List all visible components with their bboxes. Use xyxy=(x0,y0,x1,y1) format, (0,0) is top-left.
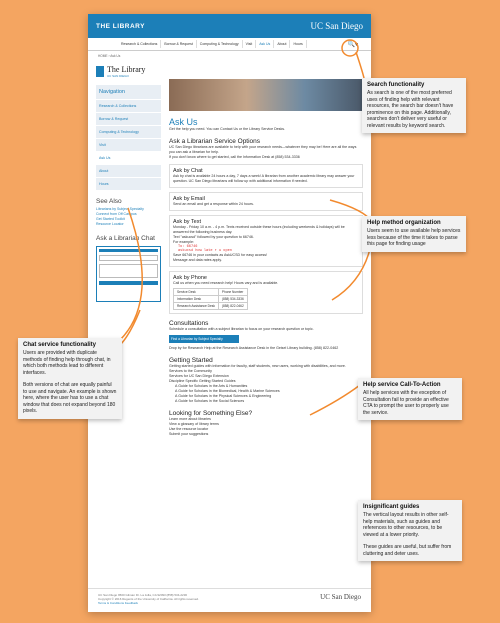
sidebar-item-computing[interactable]: Computing & Technology xyxy=(96,126,161,138)
chat-option-text[interactable]: Ask by chat is available 24 hours a day,… xyxy=(173,174,359,184)
chat-widget-heading: Ask a Librarian Chat xyxy=(96,235,155,242)
nav-item-ask-us[interactable]: Ask Us xyxy=(256,40,275,48)
looking-heading: Looking for Something Else? xyxy=(169,410,253,417)
table-cell[interactable]: (858) 534-3336 xyxy=(217,295,248,303)
table-header: Phone Number xyxy=(217,288,248,296)
callout-search: Search functionality As search is one of… xyxy=(362,78,466,133)
page-title: Ask Us xyxy=(169,117,198,127)
logo-subtitle: UC SAN DIEGO xyxy=(107,73,129,78)
site-title[interactable]: THE LIBRARY xyxy=(96,23,145,30)
phone-option-text: Call us when you need research help! Hou… xyxy=(173,281,279,285)
callout-title: Help service Call-To-Action xyxy=(363,382,441,388)
logo-mark-icon xyxy=(96,65,104,77)
callout-text: As search is one of the most preferred u… xyxy=(367,90,454,129)
callout-cta: Help service Call-To-Action All help ser… xyxy=(358,378,462,420)
email-option-text[interactable]: Send an email and get a response within … xyxy=(173,202,359,207)
table-row: Information Desk (858) 534-3336 xyxy=(173,295,248,303)
callout-text: These guides are useful, but suffer from… xyxy=(363,544,452,557)
phone-table: Service Desk Phone Number Information De… xyxy=(173,288,248,310)
callout-text: The vertical layout results in other sel… xyxy=(363,512,449,538)
nav-item-visit[interactable]: Visit xyxy=(243,40,257,48)
callout-title: Help method organization xyxy=(367,220,441,226)
nav-item-hours[interactable]: Hours xyxy=(290,40,307,48)
sidebar-nav: Navigation Research & Collections Borrow… xyxy=(96,85,161,190)
find-librarian-button[interactable]: Find a Librarian by Subject Specialty xyxy=(169,335,239,343)
sidebar-item-about[interactable]: About xyxy=(96,165,161,177)
consultations-text: Schedule a consultation with a subject l… xyxy=(169,327,314,331)
site-header: THE LIBRARY UC San Diego xyxy=(88,14,371,38)
see-also-link[interactable]: Resource Locator xyxy=(96,222,161,227)
callout-title: Chat service functionality xyxy=(23,342,97,348)
chat-submit-button[interactable] xyxy=(99,281,158,285)
footer-links[interactable]: Terms & Conditions Feedback xyxy=(98,601,361,605)
email-option: Ask by Email Send an email and get a res… xyxy=(169,192,363,211)
consultations-text-2: Drop by for Research Help at the Researc… xyxy=(169,346,339,350)
sidebar-item-research[interactable]: Research & Collections xyxy=(96,100,161,112)
site-footer: UC San Diego UC San Diego 9500 Gilman Dr… xyxy=(88,588,371,612)
chat-widget[interactable] xyxy=(96,246,161,302)
looking-item[interactable]: Submit your suggestions xyxy=(169,432,363,437)
footer-brand[interactable]: UC San Diego xyxy=(320,593,361,601)
chat-name-input[interactable] xyxy=(99,255,158,261)
consultations-heading: Consultations xyxy=(169,320,209,327)
info-desk-text: If you don't know where to get started, … xyxy=(169,155,300,159)
nav-item-borrow[interactable]: Borrow & Request xyxy=(161,40,197,48)
sidebar-item-visit[interactable]: Visit xyxy=(96,139,161,151)
callout-help-method: Help method organization Users seem to u… xyxy=(362,216,466,252)
callout-text: All help services with the exception of … xyxy=(363,390,449,416)
sidebar-item-ask-us[interactable]: Ask Us xyxy=(96,152,161,164)
table-cell: Information Desk xyxy=(173,295,219,303)
callout-title: Search functionality xyxy=(367,82,425,88)
chat-option: Ask by Chat Ask by chat is available 24 … xyxy=(169,164,363,188)
library-logo[interactable]: The Library UC SAN DIEGO xyxy=(96,61,161,81)
table-header-row: Service Desk Phone Number xyxy=(173,288,248,296)
intro-text: Get the help you need. You can Contact U… xyxy=(169,127,286,131)
callout-guides: Insignificant guides The vertical layout… xyxy=(358,500,462,561)
nav-item-about[interactable]: About xyxy=(274,40,291,48)
magnifier-icon[interactable]: 🔍▾ xyxy=(345,39,361,50)
nav-item-computing[interactable]: Computing & Technology xyxy=(197,40,243,48)
nav-item-research[interactable]: Research & Collections xyxy=(118,40,162,48)
main-nav: Research & Collections Borrow & Request … xyxy=(88,38,371,51)
services-text: UC San Diego librarians are available to… xyxy=(169,145,357,154)
table-cell: Research Assistance Desk xyxy=(173,302,219,310)
table-row: Research Assistance Desk (858) 822-0462 xyxy=(173,302,248,310)
brand-logo[interactable]: UC San Diego xyxy=(311,21,364,31)
main-content: Ask Us Get the help you need. You can Co… xyxy=(161,61,363,437)
callout-text: Both versions of chat are equally painfu… xyxy=(23,382,117,414)
table-header: Service Desk xyxy=(173,288,219,296)
callout-chat: Chat service functionality Users are pro… xyxy=(18,338,122,419)
sidebar-item-hours[interactable]: Hours xyxy=(96,178,161,190)
text-option-text: Monday - Friday 10 a.m. - 4 p.m. Texts r… xyxy=(173,225,345,234)
callout-text: Users are provided with duplicate method… xyxy=(23,350,111,376)
callout-text: Users seem to use available help service… xyxy=(367,228,461,247)
chat-question-input[interactable] xyxy=(99,264,158,278)
callout-title: Insignificant guides xyxy=(363,504,420,510)
text-option: Ask by Text Monday - Friday 10 a.m. - 4 … xyxy=(169,215,363,267)
see-also-heading: See Also xyxy=(96,198,122,205)
guide-link[interactable]: A Guide for Scholars in the Social Scien… xyxy=(169,399,363,404)
hero-image xyxy=(169,79,363,111)
sidebar-item-borrow[interactable]: Borrow & Request xyxy=(96,113,161,125)
chat-widget-bar xyxy=(99,249,158,252)
text-option-rates: Message and data rates apply. xyxy=(173,258,222,262)
phone-option: Ask by Phone Call us when you need resea… xyxy=(169,271,363,314)
getting-started-heading: Getting Started xyxy=(169,357,213,364)
logo-title: The Library xyxy=(107,64,146,74)
table-cell[interactable]: (858) 822-0462 xyxy=(217,302,248,310)
library-screenshot: THE LIBRARY UC San Diego Research & Coll… xyxy=(88,14,371,612)
services-heading: Ask a Librarian Service Options xyxy=(169,138,261,145)
sidebar-heading: Navigation xyxy=(96,85,161,99)
breadcrumb[interactable]: HOME › Ask Us xyxy=(88,51,371,61)
